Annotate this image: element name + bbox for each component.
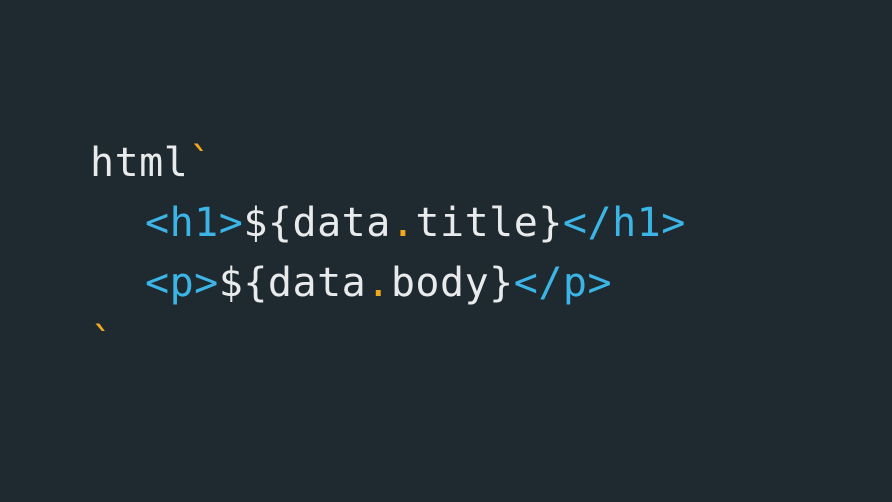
h1-expression-end: title} [415, 200, 563, 246]
code-line-4: ` [90, 313, 686, 373]
code-line-3: <p>${data.body}</p> [90, 253, 686, 313]
closing-backtick: ` [90, 320, 115, 366]
p-expression-end: body} [390, 260, 514, 306]
h1-expression-dot: . [390, 200, 416, 246]
opening-backtick: ` [188, 140, 213, 186]
html-keyword: html [90, 140, 189, 186]
p-open-tag: <p> [145, 260, 219, 306]
code-line-1: html` [90, 133, 686, 193]
p-close-tag: </p> [513, 260, 613, 306]
h1-close-tag: </h1> [562, 200, 686, 246]
p-expression-dot: . [366, 260, 391, 306]
code-block: html` <h1>${data.title}</h1> <p>${data.bod… [90, 133, 686, 373]
h1-expression-start: ${data [243, 200, 391, 246]
code-line-2: <h1>${data.title}</h1> [90, 193, 686, 253]
code-slide: html` <h1>${data.title}</h1> <p>${data.bod… [0, 0, 892, 502]
p-expression-start: ${data [218, 260, 367, 306]
h1-open-tag: <h1> [145, 200, 244, 246]
